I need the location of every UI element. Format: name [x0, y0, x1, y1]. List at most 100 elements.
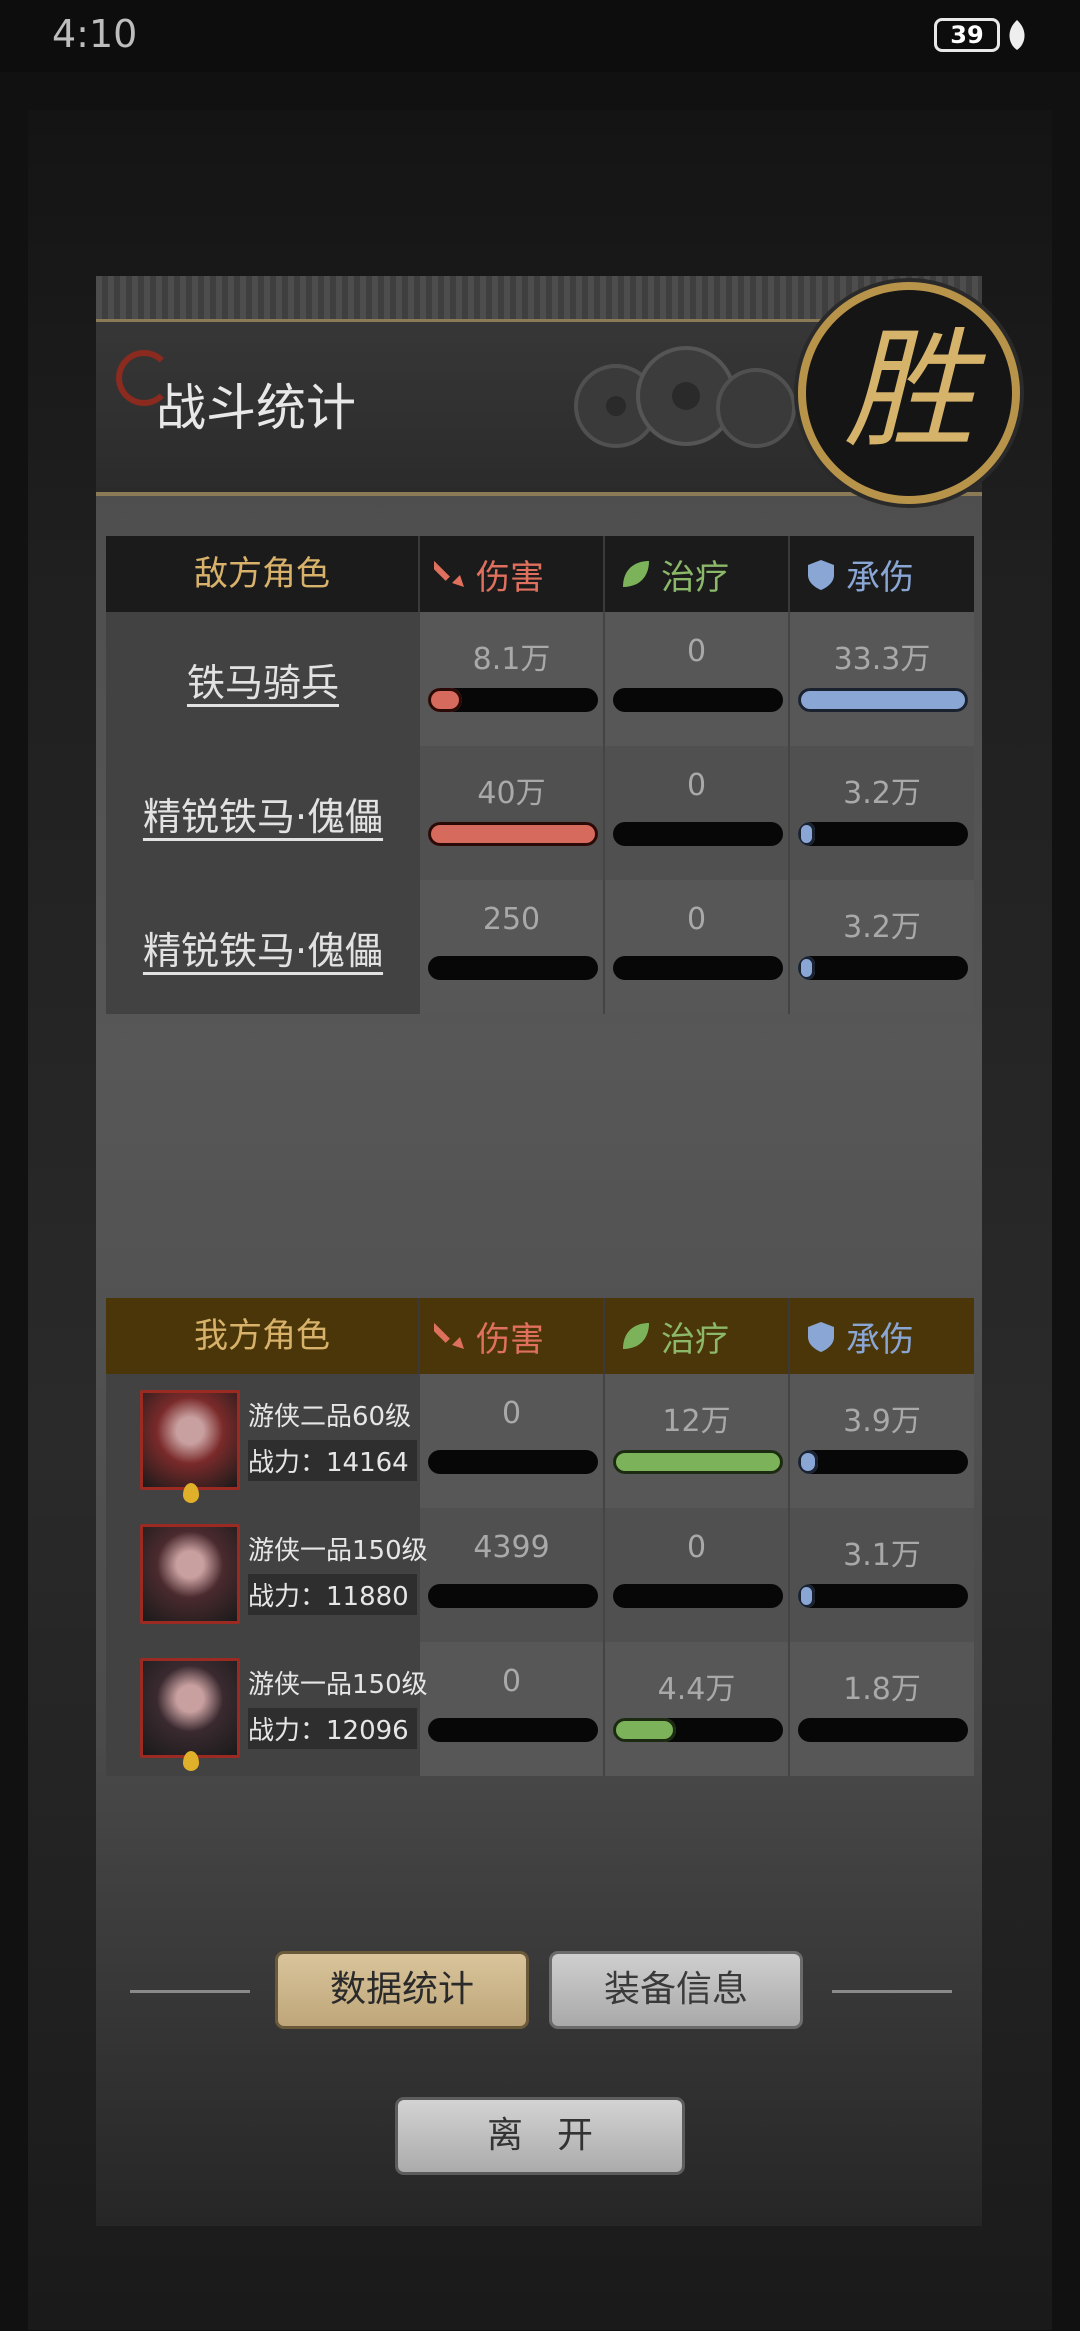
shield-icon: [808, 1322, 834, 1352]
healing-value: 4.4万: [657, 1672, 736, 1707]
tanking-bar: [798, 688, 968, 712]
damage-value: 4399: [473, 1530, 550, 1565]
tanking-column-header: 承伤: [790, 1298, 974, 1374]
healing-stat: 0: [605, 612, 790, 746]
damage-value: 0: [501, 1396, 522, 1431]
enemy-name-link[interactable]: 精锐铁马·傀儡: [106, 746, 420, 880]
damage-bar-fill: [428, 688, 462, 712]
ally-row: 游侠一品150级 战力：12096 0 4.4万 1.8万: [106, 1642, 974, 1776]
damage-bar: [428, 1450, 598, 1474]
data-stats-tab[interactable]: 数据统计: [278, 1954, 526, 2026]
hero-name: 游侠一品150级: [248, 1536, 428, 1566]
damage-stat: 4399: [420, 1508, 605, 1642]
shield-icon: [808, 560, 834, 590]
damage-stat: 40万: [420, 746, 605, 880]
tanking-stat: 3.1万: [790, 1508, 974, 1642]
healing-bar: [613, 956, 783, 980]
damage-bar: [428, 1584, 598, 1608]
enemy-row: 精锐铁马·傀儡 250 0 3.2万: [106, 880, 974, 1014]
status-time: 4:10: [52, 12, 138, 56]
cloud-ornament-icon: [574, 346, 796, 448]
healing-stat: 0: [605, 1508, 790, 1642]
tanking-bar: [798, 1450, 968, 1474]
damage-bar: [428, 1718, 598, 1742]
healing-stat: 0: [605, 746, 790, 880]
enemy-table-header: 敌方角色 伤害 治疗 承伤: [106, 536, 974, 612]
healing-column-label: 治疗: [661, 1319, 729, 1360]
healing-bar: [613, 1584, 783, 1608]
enemy-name-link[interactable]: 铁马骑兵: [106, 612, 420, 746]
tanking-value: 3.2万: [843, 776, 921, 811]
damage-bar: [428, 822, 598, 846]
healing-value: 12万: [662, 1404, 731, 1439]
healing-stat: 4.4万: [605, 1642, 790, 1776]
hero-name: 游侠二品60级: [248, 1402, 412, 1432]
enemy-role-header: 敌方角色: [106, 536, 420, 612]
enemy-row: 精锐铁马·傀儡 40万 0 3.2万: [106, 746, 974, 880]
healing-value: 0: [686, 902, 707, 937]
damage-stat: 0: [420, 1642, 605, 1776]
hero-power: 战力：11880: [248, 1574, 417, 1615]
battery-indicator: 39: [934, 18, 1000, 52]
damage-stat: 250: [420, 880, 605, 1014]
leave-button[interactable]: 离开: [398, 2100, 682, 2172]
healing-value: 0: [686, 768, 707, 803]
healing-bar: [613, 822, 783, 846]
healing-bar: [613, 1718, 783, 1742]
leaf-icon: [623, 1323, 649, 1349]
healing-column-header: 治疗: [605, 1298, 790, 1374]
damage-stat: 0: [420, 1374, 605, 1508]
tanking-bar-fill: [798, 688, 968, 712]
damage-column-label: 伤害: [476, 1319, 544, 1360]
ally-role-header: 我方角色: [106, 1298, 420, 1374]
hero-avatar[interactable]: [140, 1390, 240, 1503]
tanking-bar: [798, 822, 968, 846]
hero-power: 战力：14164: [248, 1440, 417, 1481]
tanking-bar: [798, 1718, 968, 1742]
tanking-bar-fill: [798, 956, 815, 980]
divider-right: [832, 1990, 952, 1993]
equipment-info-tab[interactable]: 装备信息: [552, 1954, 800, 2026]
tanking-bar: [798, 1584, 968, 1608]
hero-cell[interactable]: 游侠二品60级 战力：14164: [106, 1374, 420, 1508]
leaf-icon: [623, 561, 649, 587]
tanking-bar-fill: [798, 822, 815, 846]
tanking-bar-fill: [798, 1584, 815, 1608]
damage-bar: [428, 688, 598, 712]
victory-seal: 胜: [798, 282, 1020, 504]
tanking-bar: [798, 956, 968, 980]
status-bar: 4:10 39: [0, 0, 1080, 72]
enemy-table: 敌方角色 伤害 治疗 承伤 铁马骑兵 8.1万 0 33.3万 精锐铁马·傀儡: [106, 536, 974, 1014]
enemy-name-link[interactable]: 精锐铁马·傀儡: [106, 880, 420, 1014]
hero-name: 游侠一品150级: [248, 1670, 428, 1700]
healing-stat: 12万: [605, 1374, 790, 1508]
tanking-column-label: 承伤: [846, 1319, 914, 1360]
tanking-value: 3.1万: [843, 1538, 921, 1573]
hero-cell[interactable]: 游侠一品150级 战力：12096: [106, 1642, 428, 1776]
healing-value: 0: [686, 634, 707, 669]
hero-avatar[interactable]: [140, 1524, 240, 1624]
tanking-stat: 3.2万: [790, 746, 974, 880]
ally-row: 游侠二品60级 战力：14164 0 12万 3.9万: [106, 1374, 974, 1508]
damage-bar: [428, 956, 598, 980]
healing-bar: [613, 688, 783, 712]
hero-cell[interactable]: 游侠一品150级 战力：11880: [106, 1508, 428, 1642]
divider-left: [130, 1990, 250, 1993]
healing-column-label: 治疗: [661, 557, 729, 598]
hero-power: 战力：12096: [248, 1708, 417, 1749]
tanking-stat: 33.3万: [790, 612, 974, 746]
enemy-row: 铁马骑兵 8.1万 0 33.3万: [106, 612, 974, 746]
damage-column-label: 伤害: [476, 557, 544, 598]
hero-avatar[interactable]: [140, 1658, 240, 1771]
healing-bar-fill: [613, 1718, 676, 1742]
tanking-value: 33.3万: [833, 642, 931, 677]
tanking-column-label: 承伤: [846, 557, 914, 598]
ally-table-header: 我方角色 伤害 治疗 承伤: [106, 1298, 974, 1374]
tanking-bar-fill: [798, 1450, 819, 1474]
healing-bar-fill: [613, 1450, 783, 1474]
damage-stat: 8.1万: [420, 612, 605, 746]
leaf-icon: [1009, 20, 1025, 50]
tanking-value: 1.8万: [843, 1672, 921, 1707]
healing-stat: 0: [605, 880, 790, 1014]
damage-column-header: 伤害: [420, 1298, 605, 1374]
